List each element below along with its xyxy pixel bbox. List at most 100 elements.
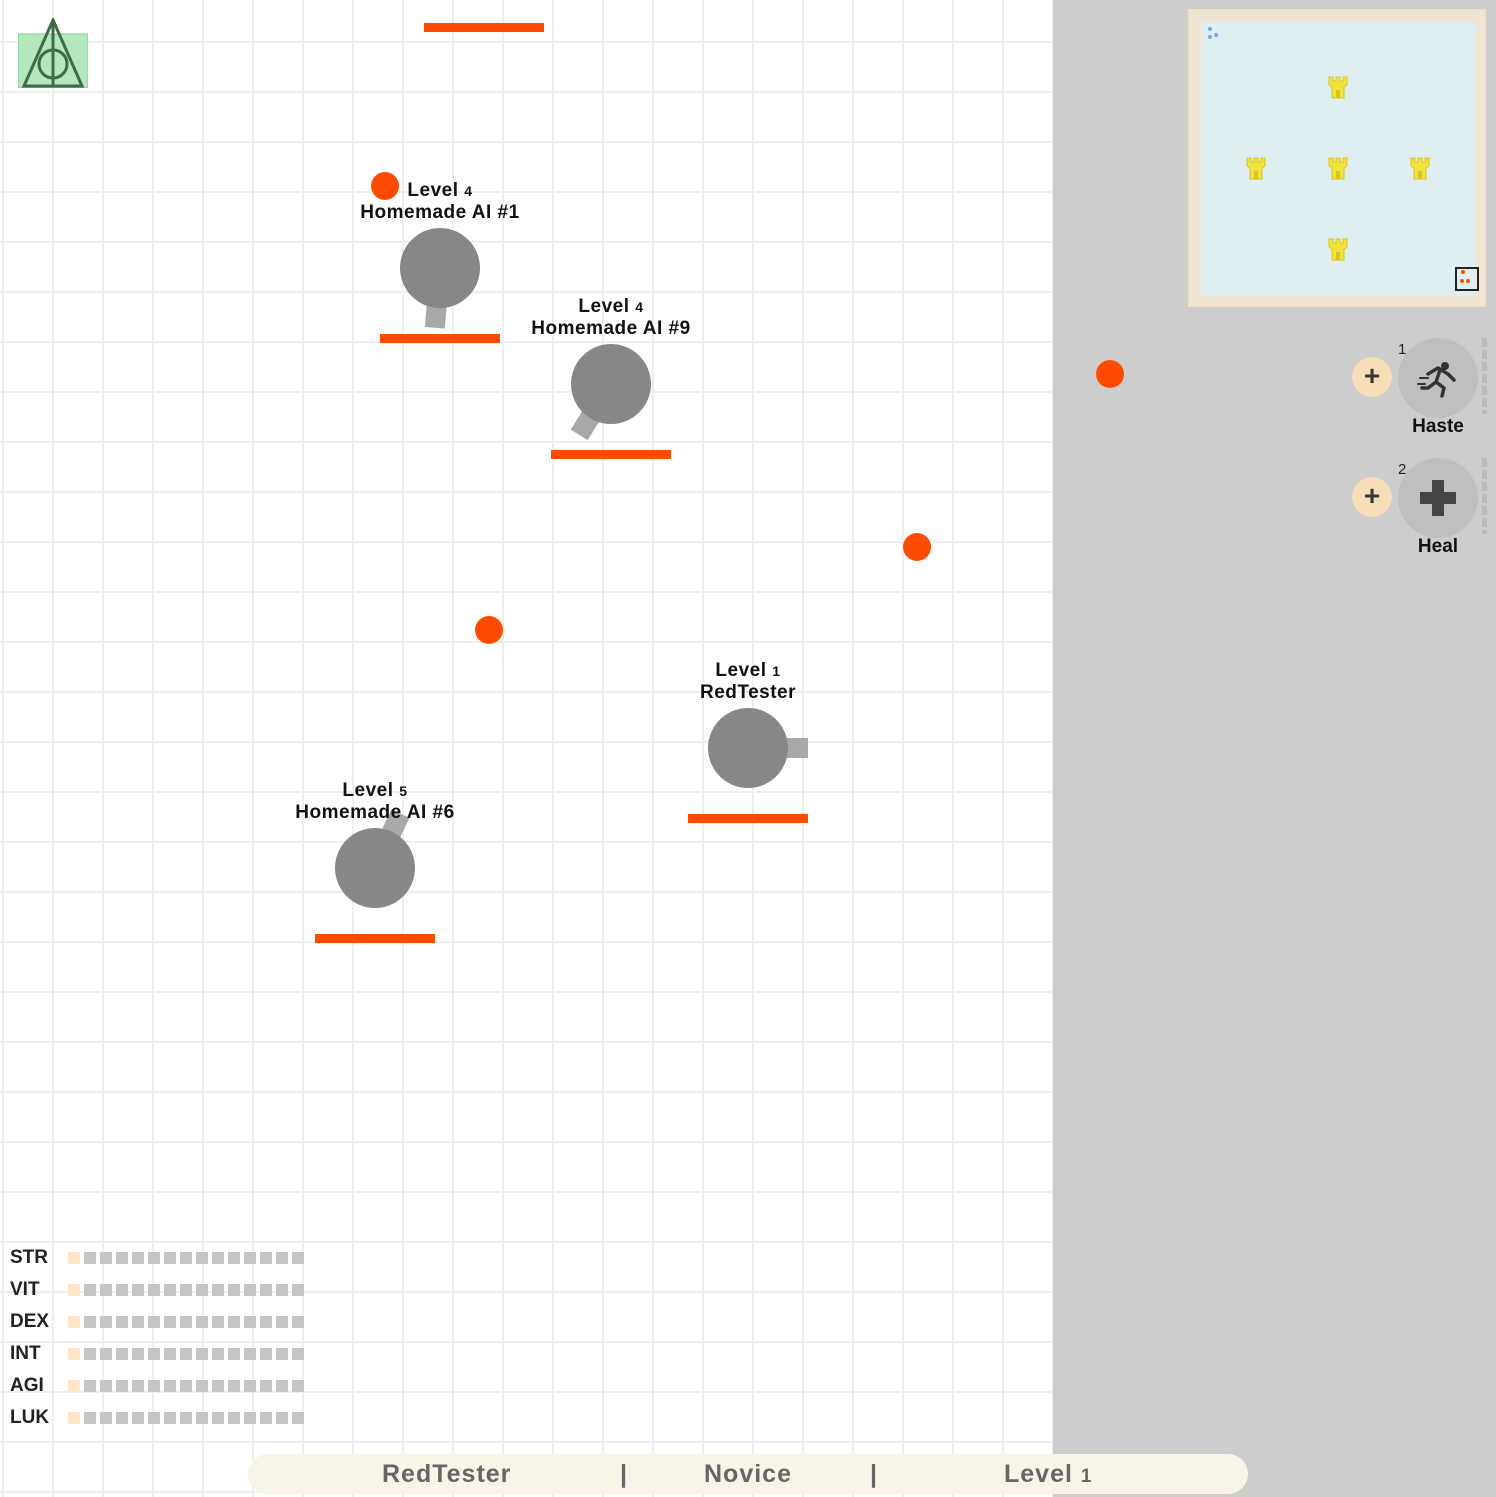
heal-skill-button[interactable] — [1398, 458, 1478, 538]
stat-label: INT — [10, 1343, 41, 1364]
stat-point — [260, 1284, 272, 1296]
stat-point — [164, 1284, 176, 1296]
stat-point — [228, 1252, 240, 1264]
skill-name: Haste — [1412, 416, 1464, 437]
stat-point — [292, 1316, 304, 1328]
stat-point — [68, 1252, 80, 1264]
stat-point — [68, 1316, 80, 1328]
stat-point — [164, 1348, 176, 1360]
stat-point — [276, 1284, 288, 1296]
stat-point — [228, 1316, 240, 1328]
orb — [475, 616, 503, 644]
stat-point — [244, 1380, 256, 1392]
stat-point — [84, 1348, 96, 1360]
stat-point — [116, 1348, 128, 1360]
stat-point — [212, 1316, 224, 1328]
level-number: 5 — [399, 783, 408, 799]
level-number: 4 — [635, 299, 644, 315]
level-number: 1 — [772, 663, 781, 679]
player-name: RedTester — [699, 682, 796, 703]
stat-point — [212, 1380, 224, 1392]
stat-point — [148, 1348, 160, 1360]
player-tag: Level 1 RedTester — [628, 660, 868, 704]
stat-point — [132, 1412, 144, 1424]
tower-icon — [1409, 156, 1431, 182]
stat-label: LUK — [10, 1407, 50, 1428]
stat-point — [68, 1348, 80, 1360]
stat-point — [196, 1284, 208, 1296]
stat-point — [276, 1316, 288, 1328]
stat-point — [276, 1412, 288, 1424]
stat-point — [228, 1348, 240, 1360]
level-number: 4 — [464, 183, 473, 199]
stat-point — [148, 1284, 160, 1296]
stat-point — [148, 1252, 160, 1264]
stat-point — [260, 1348, 272, 1360]
heal-upgrade-button[interactable]: + — [1352, 477, 1392, 517]
stat-point — [276, 1348, 288, 1360]
game-arena[interactable]: Level 4 Homemade AI #1 Level 4 Homemade … — [0, 0, 1053, 1497]
skill-name: Heal — [1417, 536, 1459, 557]
stat-point — [228, 1412, 240, 1424]
player-name: Homemade AI #1 — [360, 202, 520, 223]
separator: | — [620, 1460, 628, 1488]
stat-point — [292, 1348, 304, 1360]
tank-body — [571, 344, 651, 424]
haste-upgrade-button[interactable]: + — [1352, 357, 1392, 397]
level-number: 1 — [1080, 1466, 1093, 1487]
stat-point — [84, 1284, 96, 1296]
logo — [17, 16, 89, 89]
stat-point — [100, 1284, 112, 1296]
level-word: Level — [342, 780, 394, 801]
stat-point — [196, 1316, 208, 1328]
health-bar — [424, 23, 544, 32]
stat-point — [260, 1316, 272, 1328]
stat-point — [180, 1316, 192, 1328]
stat-point — [132, 1252, 144, 1264]
stat-point — [116, 1380, 128, 1392]
stat-point — [180, 1380, 192, 1392]
orb — [903, 533, 931, 561]
stat-point — [116, 1412, 128, 1424]
stat-point — [148, 1412, 160, 1424]
stat-label: STR — [10, 1247, 48, 1268]
stat-point — [292, 1412, 304, 1424]
stat-label: DEX — [10, 1311, 50, 1332]
minimap[interactable] — [1188, 9, 1486, 307]
stat-point — [244, 1348, 256, 1360]
level-word: Level — [407, 180, 459, 201]
player-tag: Level 5 Homemade AI #6 — [255, 780, 495, 824]
deathly-hallows-icon — [17, 16, 89, 89]
minimap-viewport — [1455, 267, 1479, 291]
stat-point — [132, 1348, 144, 1360]
stat-point — [180, 1252, 192, 1264]
stat-point — [116, 1252, 128, 1264]
stat-point — [212, 1412, 224, 1424]
player-info-bar: RedTester | Novice | Level 1 — [248, 1454, 1248, 1494]
player-tag: Level 4 Homemade AI #9 — [491, 296, 731, 340]
tower-icon — [1327, 75, 1349, 101]
stat-point — [276, 1380, 288, 1392]
stat-point — [132, 1284, 144, 1296]
stat-point — [212, 1348, 224, 1360]
stat-point — [260, 1412, 272, 1424]
level-word: Level — [715, 660, 767, 681]
stat-point — [84, 1412, 96, 1424]
stat-point — [68, 1412, 80, 1424]
stat-point — [212, 1252, 224, 1264]
player-name: RedTester — [382, 1460, 512, 1488]
stat-point — [164, 1316, 176, 1328]
player-level: Level 1 — [1004, 1454, 1092, 1497]
stat-point — [84, 1316, 96, 1328]
stat-point — [196, 1412, 208, 1424]
stat-point — [116, 1316, 128, 1328]
stat-point — [292, 1380, 304, 1392]
tower-icon — [1327, 156, 1349, 182]
tank-body — [708, 708, 788, 788]
health-bar — [380, 334, 500, 343]
skill-cooldown-bar — [1482, 338, 1487, 414]
stat-label: AGI — [10, 1375, 44, 1396]
tower-icon — [1327, 237, 1349, 263]
haste-skill-button[interactable] — [1398, 338, 1478, 418]
stat-point — [180, 1284, 192, 1296]
